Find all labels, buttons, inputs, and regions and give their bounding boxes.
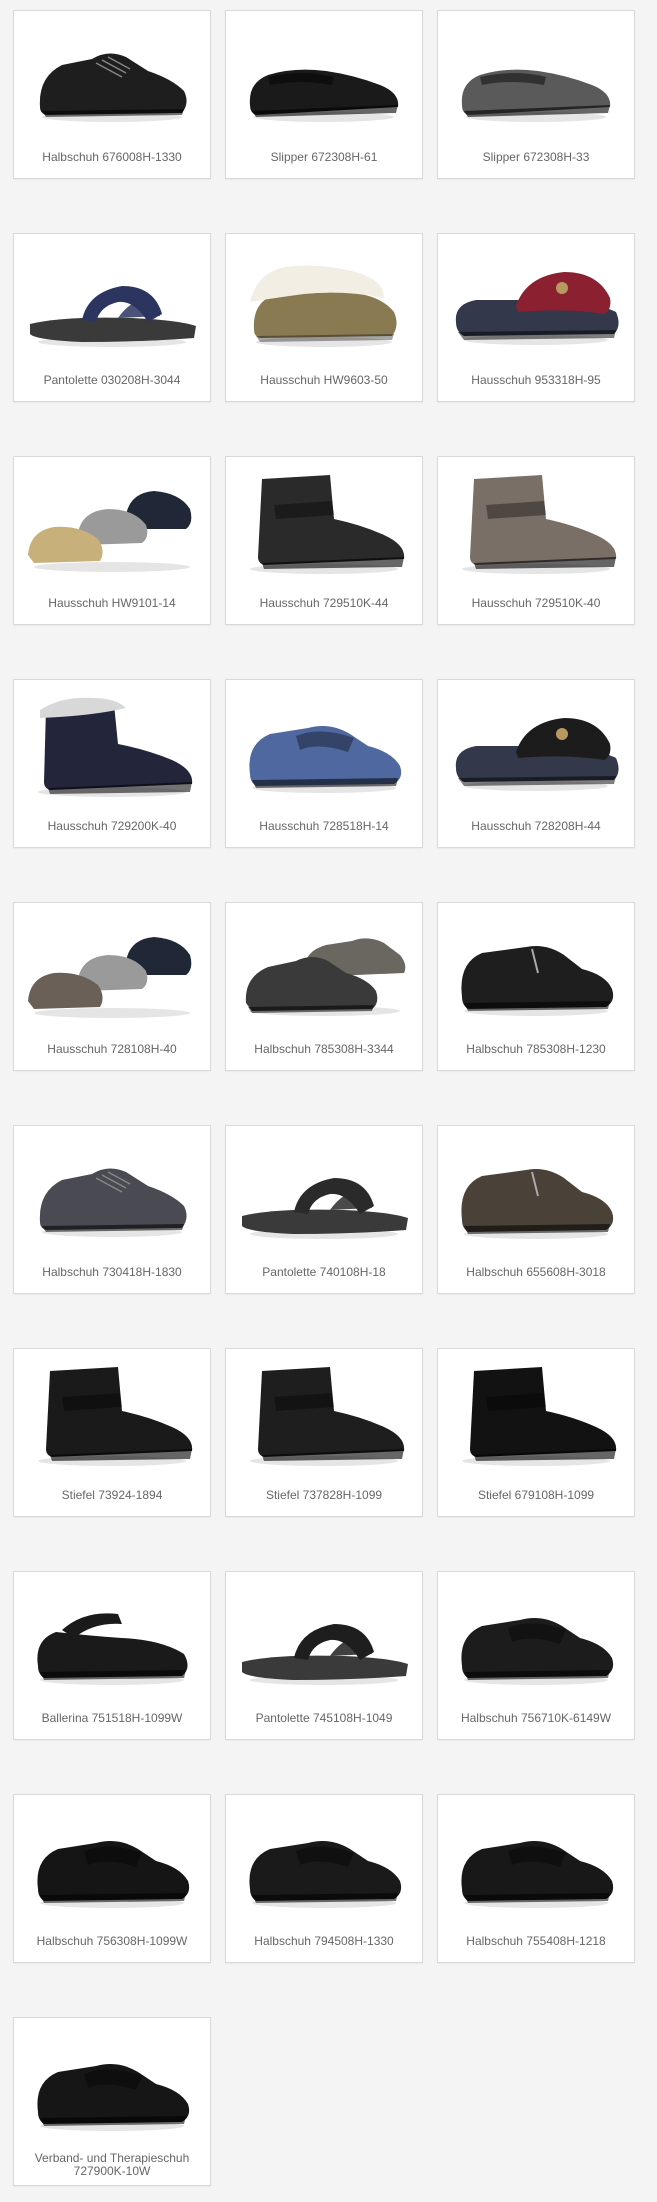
product-caption: Ballerina 751518H-1099W <box>41 1711 183 1725</box>
ankle-boot-icon <box>234 465 414 583</box>
product-caption: Halbschuh 676008H-1330 <box>42 150 182 164</box>
fur-ankle-boot-icon <box>22 688 202 806</box>
ankle-boot-icon <box>446 465 626 583</box>
product-caption: Stiefel 679108H-1099 <box>477 1488 595 1502</box>
product-card[interactable]: Pantolette 740108H-18 <box>225 1125 423 1294</box>
product-caption: Halbschuh 785308H-3344 <box>254 1042 394 1056</box>
product-caption: Hausschuh 729510K-44 <box>259 596 389 610</box>
product-caption: Hausschuh 728518H-14 <box>259 819 389 833</box>
zip-shoe-icon <box>446 911 626 1029</box>
ankle-boot-icon <box>234 1357 414 1475</box>
product-card[interactable]: Ballerina 751518H-1099W <box>13 1571 211 1740</box>
product-card[interactable]: Stiefel 73924-1894 <box>13 1348 211 1517</box>
sandal-icon <box>22 242 202 360</box>
product-caption: Halbschuh 785308H-1230 <box>466 1042 606 1056</box>
product-caption: Pantolette 740108H-18 <box>262 1265 386 1279</box>
product-card[interactable]: Hausschuh 728108H-40 <box>13 902 211 1071</box>
velcro-shoe-icon <box>234 688 414 806</box>
product-card[interactable]: Pantolette 745108H-1049 <box>225 1571 423 1740</box>
product-card[interactable]: Hausschuh HW9603-50 <box>225 233 423 402</box>
product-caption: Hausschuh 729510K-40 <box>471 596 601 610</box>
product-caption: Halbschuh 730418H-1830 <box>42 1265 182 1279</box>
mary-jane-icon <box>22 1580 202 1698</box>
product-card[interactable]: Halbschuh 676008H-1330 <box>13 10 211 179</box>
product-caption: Hausschuh 728208H-44 <box>471 819 601 833</box>
product-caption: Hausschuh HW9101-14 <box>48 596 176 610</box>
product-caption: Hausschuh 728108H-40 <box>47 1042 177 1056</box>
product-caption: Stiefel 737828H-1099 <box>265 1488 383 1502</box>
product-grid: Halbschuh 676008H-1330 Slipper 672308H-6… <box>13 10 643 2186</box>
lace-shoe-icon <box>22 1134 202 1252</box>
product-card[interactable]: Pantolette 030208H-3044 <box>13 233 211 402</box>
product-card[interactable]: Hausschuh 729510K-40 <box>437 456 635 625</box>
velcro-shoe-icon <box>234 1803 414 1921</box>
product-card[interactable]: Stiefel 737828H-1099 <box>225 1348 423 1517</box>
product-caption: Slipper 672308H-33 <box>482 150 590 164</box>
velcro-shoe-icon <box>22 1803 202 1921</box>
zip-shoe-icon <box>446 1134 626 1252</box>
product-caption: Halbschuh 755408H-1218 <box>466 1934 606 1948</box>
product-card[interactable]: Halbschuh 755408H-1218 <box>437 1794 635 1963</box>
sandal-icon <box>234 1134 414 1252</box>
product-card[interactable]: Halbschuh 655608H-3018 <box>437 1125 635 1294</box>
product-card[interactable]: Slipper 672308H-61 <box>225 10 423 179</box>
product-card[interactable]: Halbschuh 785308H-1230 <box>437 902 635 1071</box>
ankle-boot-icon <box>22 1357 202 1475</box>
slipper-shoe-icon <box>446 19 626 137</box>
lace-shoe-group-icon <box>234 911 414 1029</box>
product-caption: Hausschuh HW9603-50 <box>260 373 388 387</box>
product-card[interactable]: Hausschuh 728208H-44 <box>437 679 635 848</box>
slipper-shoe-icon <box>234 19 414 137</box>
product-card[interactable]: Hausschuh 729510K-44 <box>225 456 423 625</box>
product-caption: Halbschuh 794508H-1330 <box>254 1934 394 1948</box>
product-card[interactable]: Halbschuh 756308H-1099W <box>13 1794 211 1963</box>
house-slipper-icon <box>446 242 626 360</box>
product-card[interactable]: Halbschuh 730418H-1830 <box>13 1125 211 1294</box>
product-caption: Pantolette 030208H-3044 <box>43 373 181 387</box>
velcro-shoe-icon <box>446 1580 626 1698</box>
product-caption: Hausschuh 729200K-40 <box>47 819 177 833</box>
product-card[interactable]: Hausschuh 953318H-95 <box>437 233 635 402</box>
product-caption: Slipper 672308H-61 <box>270 150 378 164</box>
product-caption: Halbschuh 655608H-3018 <box>466 1265 606 1279</box>
house-slipper-icon <box>446 688 626 806</box>
product-card[interactable]: Verband- und Therapieschuh 727900K-10W <box>13 2017 211 2186</box>
product-card[interactable]: Stiefel 679108H-1099 <box>437 1348 635 1517</box>
product-card[interactable]: Halbschuh 794508H-1330 <box>225 1794 423 1963</box>
product-caption: Hausschuh 953318H-95 <box>471 373 601 387</box>
product-caption: Verband- und Therapieschuh 727900K-10W <box>34 2151 190 2178</box>
house-slipper-group-icon <box>22 911 202 1029</box>
product-card[interactable]: Slipper 672308H-33 <box>437 10 635 179</box>
fur-slipper-icon <box>234 242 414 360</box>
product-caption: Stiefel 73924-1894 <box>61 1488 163 1502</box>
product-card[interactable]: Halbschuh 785308H-3344 <box>225 902 423 1071</box>
ankle-boot-icon <box>446 1357 626 1475</box>
velcro-shoe-icon <box>446 1803 626 1921</box>
product-card[interactable]: Hausschuh HW9101-14 <box>13 456 211 625</box>
product-card[interactable]: Halbschuh 756710K-6149W <box>437 1571 635 1740</box>
product-caption: Halbschuh 756308H-1099W <box>36 1934 188 1948</box>
house-slipper-group-icon <box>22 465 202 583</box>
product-card[interactable]: Hausschuh 729200K-40 <box>13 679 211 848</box>
sandal-icon <box>234 1580 414 1698</box>
product-caption: Halbschuh 756710K-6149W <box>460 1711 612 1725</box>
product-card[interactable]: Hausschuh 728518H-14 <box>225 679 423 848</box>
velcro-shoe-icon <box>22 2026 202 2144</box>
lace-shoe-icon <box>22 19 202 137</box>
product-caption: Pantolette 745108H-1049 <box>255 1711 393 1725</box>
